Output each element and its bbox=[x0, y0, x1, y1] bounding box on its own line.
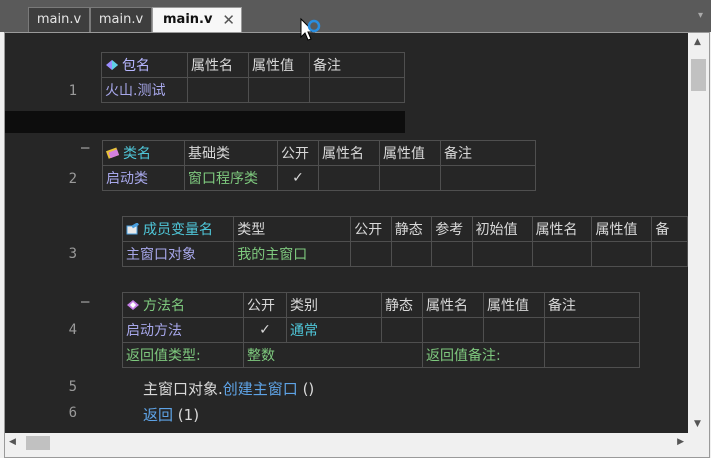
header-prop-name: 属性名 bbox=[318, 140, 380, 166]
header-public: 公开 bbox=[277, 140, 319, 166]
tab-label: main.v bbox=[163, 12, 213, 27]
header-note-truncated: 备 bbox=[651, 216, 688, 242]
header-member-name: 成员变量名 bbox=[121, 216, 235, 242]
line-number: 4 bbox=[68, 322, 77, 338]
return-args: (1) bbox=[177, 406, 200, 424]
call-args: () bbox=[302, 380, 315, 398]
header-base-class: 基础类 bbox=[184, 140, 278, 166]
prop-name-cell[interactable] bbox=[531, 241, 593, 267]
header-static: 静态 bbox=[381, 292, 423, 318]
header-prop-name: 属性名 bbox=[422, 292, 484, 318]
method-table: 方法名 公开 类别 静态 属性名 属性值 备注 启动方法 ✓ 通常 返回值类型:… bbox=[122, 292, 640, 368]
tab-strip: main.v main.v main.v ✕ ▾ bbox=[0, 0, 711, 32]
code-editor[interactable]: 1 — 2 3 — 4 5 6 包名 属性名 属性值 备注 火山.测试 类名 基… bbox=[5, 33, 688, 433]
base-class-cell[interactable]: 窗口程序类 bbox=[184, 165, 278, 191]
header-public: 公开 bbox=[350, 216, 392, 242]
mouse-cursor-icon bbox=[300, 17, 321, 41]
member-variable-icon bbox=[126, 222, 140, 235]
current-line-highlight bbox=[5, 111, 405, 133]
tab-label: main.v bbox=[98, 12, 144, 27]
line-number: 1 bbox=[68, 83, 77, 99]
prop-value-cell[interactable] bbox=[379, 165, 441, 191]
object-ref: 主窗口对象. bbox=[143, 380, 223, 398]
tab-main-2[interactable]: main.v bbox=[90, 7, 152, 32]
header-package-name: 包名 bbox=[101, 52, 188, 78]
prop-value-cell[interactable] bbox=[248, 77, 310, 103]
package-name-cell[interactable]: 火山.测试 bbox=[101, 77, 188, 103]
header-note: 备注 bbox=[544, 292, 640, 318]
public-checkbox[interactable]: ✓ bbox=[277, 165, 319, 191]
package-table: 包名 属性名 属性值 备注 火山.测试 bbox=[101, 52, 405, 103]
line-number: 5 bbox=[68, 379, 77, 395]
prop-name-cell[interactable] bbox=[422, 317, 484, 343]
prop-name-cell[interactable] bbox=[187, 77, 249, 103]
category-cell[interactable]: 通常 bbox=[286, 317, 382, 343]
method-name-cell[interactable]: 启动方法 bbox=[122, 317, 244, 343]
note-cell[interactable] bbox=[651, 241, 688, 267]
class-name-cell[interactable]: 启动类 bbox=[102, 165, 185, 191]
return-type-value[interactable]: 整数 bbox=[243, 342, 423, 368]
static-cell[interactable] bbox=[390, 241, 433, 267]
header-prop-name: 属性名 bbox=[531, 216, 593, 242]
method-call: 创建主窗口 bbox=[222, 380, 298, 398]
fold-toggle[interactable]: — bbox=[81, 294, 89, 310]
tab-main-1[interactable]: main.v bbox=[28, 7, 90, 32]
horizontal-scroll-thumb[interactable] bbox=[26, 436, 50, 450]
header-prop-value: 属性值 bbox=[248, 52, 310, 78]
scroll-down-icon[interactable]: ▼ bbox=[694, 419, 701, 429]
header-category: 类别 bbox=[286, 292, 382, 318]
public-checkbox[interactable]: ✓ bbox=[243, 317, 287, 343]
header-public: 公开 bbox=[243, 292, 287, 318]
header-method-name: 方法名 bbox=[122, 292, 244, 318]
line-number: 2 bbox=[68, 171, 77, 187]
return-note-label: 返回值备注: bbox=[422, 342, 545, 368]
prop-name-cell[interactable] bbox=[318, 165, 380, 191]
tab-main-active[interactable]: main.v ✕ bbox=[152, 7, 242, 32]
header-initial-value: 初始值 bbox=[471, 216, 533, 242]
code-line-6[interactable]: 返回 (1) bbox=[143, 404, 199, 425]
header-reference: 参考 bbox=[431, 216, 473, 242]
close-icon[interactable]: ✕ bbox=[222, 11, 235, 29]
tab-overflow-icon[interactable]: ▾ bbox=[698, 10, 703, 21]
reference-cell[interactable] bbox=[431, 241, 473, 267]
header-prop-value: 属性值 bbox=[591, 216, 653, 242]
member-name-cell[interactable]: 主窗口对象 bbox=[121, 241, 235, 267]
header-type: 类型 bbox=[233, 216, 352, 242]
header-note: 备注 bbox=[309, 52, 405, 78]
note-cell[interactable] bbox=[309, 77, 405, 103]
header-class-name: 类名 bbox=[102, 140, 185, 166]
return-type-label: 返回值类型: bbox=[122, 342, 244, 368]
member-variable-table: 成员变量名 类型 公开 静态 参考 初始值 属性名 属性值 备 主窗口对象 我的… bbox=[121, 216, 688, 267]
prop-value-cell[interactable] bbox=[483, 317, 545, 343]
tab-label: main.v bbox=[36, 12, 82, 27]
note-cell[interactable] bbox=[544, 317, 640, 343]
scroll-right-icon[interactable]: ▶ bbox=[677, 437, 684, 447]
note-cell[interactable] bbox=[440, 165, 536, 191]
initial-value-cell[interactable] bbox=[471, 241, 533, 267]
scroll-left-icon[interactable]: ◀ bbox=[9, 437, 16, 447]
fold-toggle[interactable]: — bbox=[81, 140, 89, 156]
header-prop-value: 属性值 bbox=[483, 292, 545, 318]
class-table: 类名 基础类 公开 属性名 属性值 备注 启动类 窗口程序类 ✓ bbox=[102, 140, 536, 191]
vertical-scroll-thumb[interactable] bbox=[691, 59, 706, 91]
code-line-5[interactable]: 主窗口对象.创建主窗口 () bbox=[143, 378, 314, 399]
vertical-scrollbar[interactable]: ▲ ▼ bbox=[688, 33, 709, 433]
static-cell[interactable] bbox=[381, 317, 423, 343]
type-cell[interactable]: 我的主窗口 bbox=[233, 241, 352, 267]
header-static: 静态 bbox=[390, 216, 433, 242]
header-prop-value: 属性值 bbox=[379, 140, 441, 166]
header-prop-name: 属性名 bbox=[187, 52, 249, 78]
class-icon bbox=[105, 147, 120, 159]
return-keyword: 返回 bbox=[143, 406, 174, 424]
public-cell[interactable] bbox=[350, 241, 392, 267]
prop-value-cell[interactable] bbox=[591, 241, 653, 267]
line-number: 6 bbox=[68, 405, 77, 421]
horizontal-scrollbar[interactable]: ◀ ▶ bbox=[5, 433, 688, 453]
header-note: 备注 bbox=[440, 140, 536, 166]
method-icon bbox=[126, 299, 140, 311]
return-note-value[interactable] bbox=[544, 342, 640, 368]
line-number: 3 bbox=[68, 246, 77, 262]
scroll-up-icon[interactable]: ▲ bbox=[694, 37, 701, 47]
package-icon bbox=[105, 59, 119, 71]
